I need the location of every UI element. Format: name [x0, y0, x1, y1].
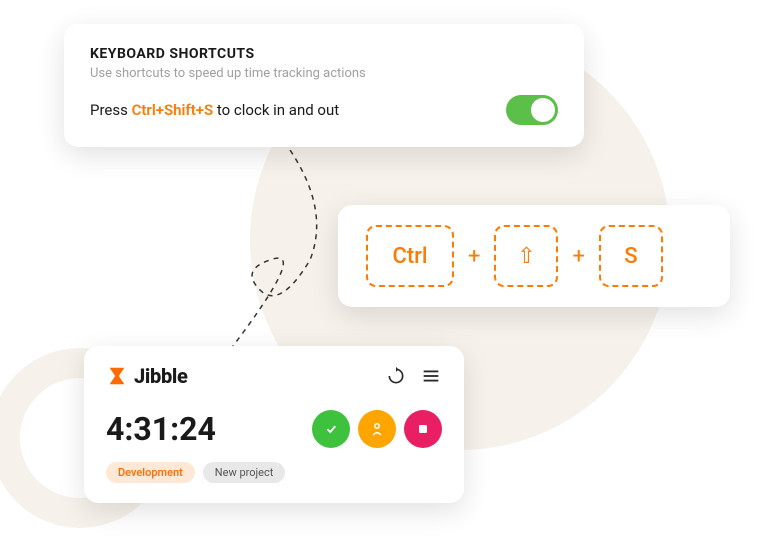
tag-project[interactable]: New project: [203, 462, 286, 483]
shortcuts-card: KEYBOARD SHORTCUTS Use shortcuts to spee…: [64, 24, 584, 147]
shortcuts-toggle[interactable]: [506, 95, 558, 125]
brand-icon: [106, 365, 128, 387]
sync-icon[interactable]: [386, 366, 406, 386]
brand-name: Jibble: [134, 364, 188, 388]
tracker-card: Jibble 4:31:24: [84, 346, 464, 503]
key-ctrl: Ctrl: [366, 225, 454, 287]
clock-in-button[interactable]: [312, 410, 350, 448]
shortcuts-title: KEYBOARD SHORTCUTS: [90, 46, 558, 62]
tag-activity[interactable]: Development: [106, 462, 195, 483]
shortcuts-instruction: Press Ctrl+Shift+S to clock in and out: [90, 101, 339, 119]
hotkey-text: Ctrl+Shift+S: [132, 101, 214, 119]
shortcuts-subtitle: Use shortcuts to speed up time tracking …: [90, 66, 558, 81]
key-s: S: [599, 225, 663, 287]
stop-button[interactable]: [404, 410, 442, 448]
break-button[interactable]: [358, 410, 396, 448]
timer-value: 4:31:24: [106, 410, 216, 448]
key-combo-card: Ctrl + ⇧ + S: [338, 205, 730, 307]
toggle-knob: [531, 98, 555, 122]
plus-icon: +: [572, 244, 584, 269]
brand: Jibble: [106, 364, 188, 388]
plus-icon: +: [468, 244, 480, 269]
menu-icon[interactable]: [420, 365, 442, 387]
key-shift: ⇧: [494, 225, 558, 287]
